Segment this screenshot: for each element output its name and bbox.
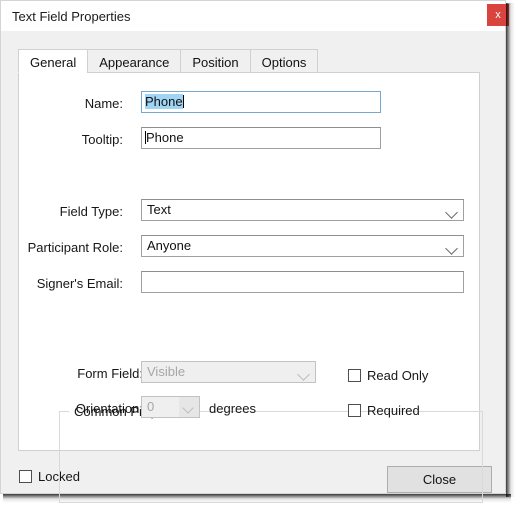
form-field-value: Visible: [147, 364, 186, 379]
name-input[interactable]: Phone: [141, 91, 381, 113]
orientation-label: Orientation:: [75, 401, 143, 416]
chevron-down-icon[interactable]: [442, 200, 463, 220]
common-properties-group: [59, 411, 483, 503]
required-label: Required: [367, 403, 420, 418]
field-type-label: Field Type:: [59, 204, 123, 219]
signers-email-label: Signer's Email:: [36, 276, 123, 291]
checkbox-icon[interactable]: [19, 470, 32, 483]
tooltip-input[interactable]: Phone: [141, 127, 381, 149]
text-caret: [182, 95, 184, 108]
title-bar: Text Field Properties x: [1, 1, 509, 31]
tab-strip: General Appearance Position Options: [18, 49, 319, 73]
chevron-down-icon[interactable]: [294, 362, 315, 382]
tab-general[interactable]: General: [18, 49, 88, 73]
tab-appearance[interactable]: Appearance: [87, 49, 181, 73]
chevron-down-icon[interactable]: [442, 236, 463, 256]
read-only-label: Read Only: [367, 368, 429, 383]
tooltip-label: Tooltip:: [81, 132, 123, 147]
orientation-value: 0: [147, 399, 155, 414]
participant-role-label: Participant Role:: [27, 240, 123, 255]
window-title: Text Field Properties: [12, 9, 131, 24]
checkbox-icon[interactable]: [348, 369, 361, 382]
participant-role-select[interactable]: Anyone: [141, 235, 464, 257]
field-type-value: Text: [147, 202, 171, 217]
form-field-select[interactable]: Visible: [141, 361, 316, 383]
checkbox-icon[interactable]: [348, 404, 361, 417]
window-shadow-right: [506, 3, 515, 497]
read-only-checkbox[interactable]: Read Only: [348, 368, 428, 383]
orientation-units-label: degrees: [209, 401, 256, 416]
name-input-value: Phone: [145, 94, 183, 109]
field-type-select[interactable]: Text: [141, 199, 464, 221]
form-field-label: Form Field:: [77, 366, 143, 381]
signers-email-input[interactable]: [141, 271, 464, 293]
text-field-properties-dialog: Text Field Properties x General Appearan…: [0, 0, 509, 503]
chevron-down-icon[interactable]: [179, 397, 199, 417]
name-label: Name:: [84, 96, 123, 111]
orientation-stepper[interactable]: 0: [141, 396, 200, 418]
required-checkbox[interactable]: Required: [348, 403, 420, 418]
tab-position[interactable]: Position: [180, 49, 250, 73]
participant-role-value: Anyone: [147, 238, 192, 253]
tab-options[interactable]: Options: [249, 49, 319, 73]
tab-panel-general: Name: Phone Tooltip: Phone Field Type: T…: [18, 72, 483, 503]
tooltip-input-value: Phone: [146, 130, 184, 145]
